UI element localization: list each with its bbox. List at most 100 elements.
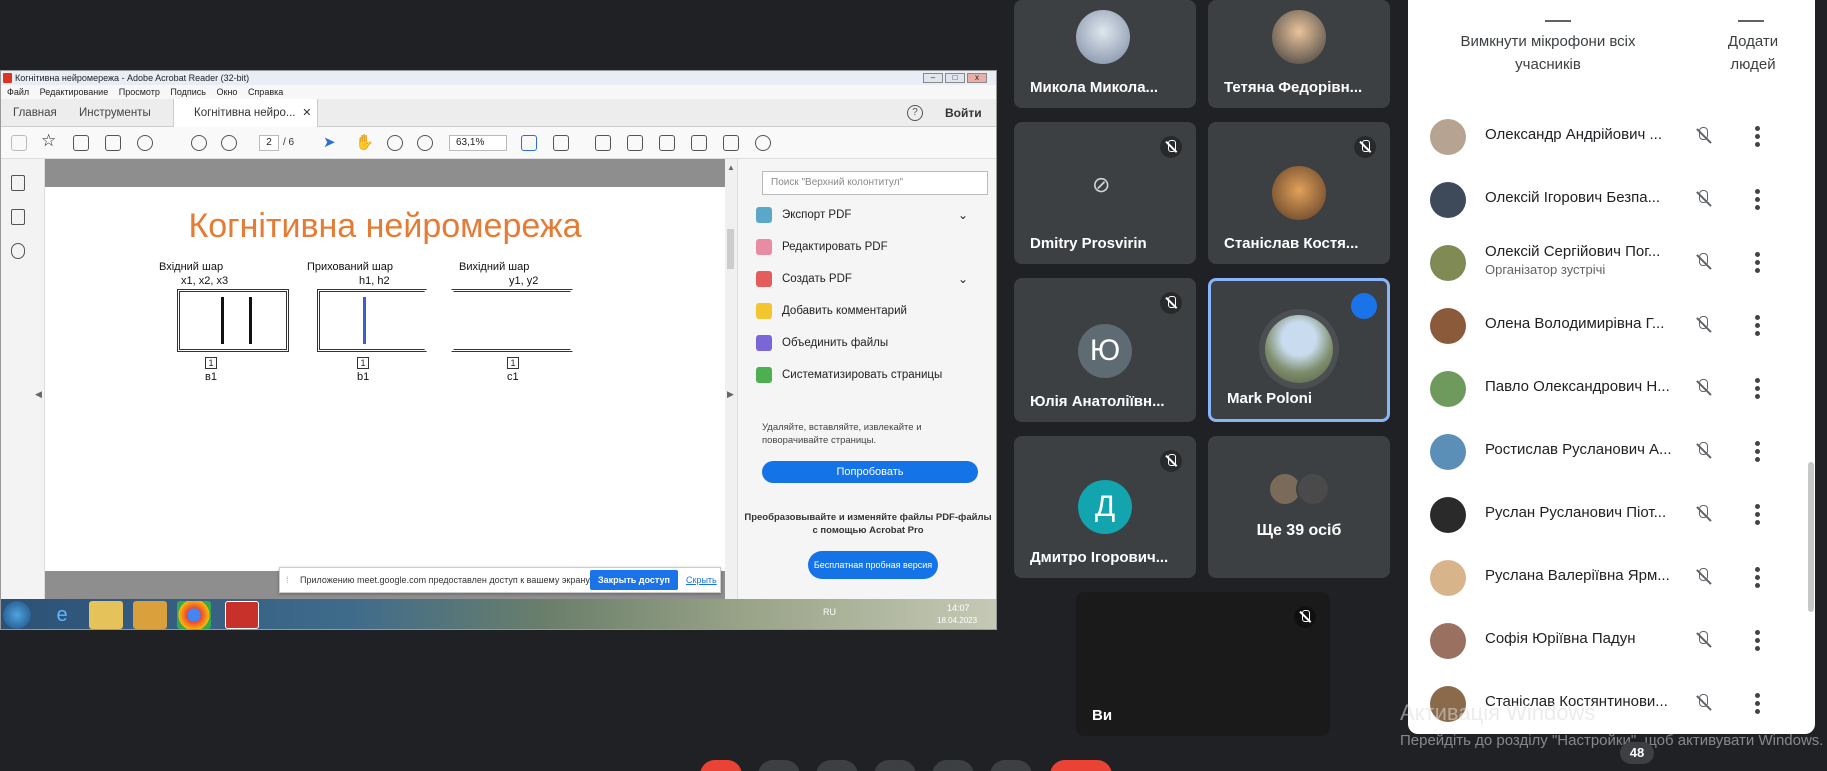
mute-all-button[interactable]: Вимкнути мікрофони всіх учасників: [1448, 30, 1648, 76]
more-options-icon[interactable]: [1755, 126, 1761, 148]
page-fit-icon[interactable]: [521, 135, 537, 151]
control-button[interactable]: [990, 760, 1032, 771]
document-scrollbar[interactable]: ▲ ▶: [725, 159, 737, 599]
list-item[interactable]: Руслан Русланович Піот...: [1408, 482, 1815, 544]
menu-sign[interactable]: Подпись: [170, 87, 206, 97]
star-icon[interactable]: ☆: [41, 132, 57, 149]
comment-icon[interactable]: [595, 135, 611, 151]
close-tab-icon[interactable]: ✕: [302, 99, 311, 127]
participant-tile[interactable]: Микола Микола...: [1014, 0, 1196, 108]
more-options-icon[interactable]: [1755, 252, 1761, 274]
tools-search-input[interactable]: Поиск "Верхний колонтитул": [762, 171, 988, 195]
add-people-button[interactable]: Додати людей: [1708, 30, 1798, 76]
print-icon[interactable]: [73, 135, 89, 151]
mic-off-icon[interactable]: [1693, 630, 1713, 650]
mic-off-icon[interactable]: [1693, 567, 1713, 587]
save-icon[interactable]: [11, 135, 27, 151]
more-options-icon[interactable]: [1755, 378, 1761, 400]
mic-off-icon[interactable]: [1693, 441, 1713, 461]
list-item[interactable]: Олена Володимирівна Г...: [1408, 293, 1815, 355]
mic-off-icon[interactable]: [1693, 252, 1713, 272]
zoom-select[interactable]: 63,1%: [449, 135, 507, 151]
participant-tile[interactable]: ⊘ Dmitry Prosvirin: [1014, 122, 1196, 264]
zoom-in-icon[interactable]: [417, 135, 433, 151]
mic-off-icon[interactable]: [1693, 504, 1713, 524]
next-page-icon[interactable]: [221, 135, 237, 151]
select-cursor-icon[interactable]: ➤: [323, 135, 339, 151]
list-item[interactable]: Руслана Валеріївна Ярм...: [1408, 545, 1815, 607]
control-button[interactable]: [700, 760, 742, 771]
mic-off-icon[interactable]: [1693, 126, 1713, 146]
login-button[interactable]: Войти: [945, 99, 982, 127]
tool-edit-pdf[interactable]: Редактировать PDF: [756, 233, 978, 261]
hide-link[interactable]: Скрыть: [686, 568, 717, 592]
help-icon[interactable]: ?: [907, 105, 923, 121]
tool-organize-pages[interactable]: Систематизировать страницы: [756, 361, 978, 389]
tab-home[interactable]: Главная: [13, 99, 57, 127]
sign-icon[interactable]: [659, 135, 675, 151]
participant-tile[interactable]: Тетяна Федорівн...: [1208, 0, 1390, 108]
expand-right-icon[interactable]: ▶: [727, 389, 734, 400]
highlight-icon[interactable]: [627, 135, 643, 151]
participant-tile-speaking[interactable]: Mark Poloni: [1208, 278, 1390, 422]
mail-icon[interactable]: [105, 135, 121, 151]
list-item[interactable]: Софія Юріївна Падун: [1408, 608, 1815, 670]
free-trial-button[interactable]: Бесплатная пробная версия: [808, 551, 938, 579]
tool-combine-files[interactable]: Объединить файлы: [756, 329, 978, 357]
participant-tile[interactable]: Д Дмитро Ігорович...: [1014, 436, 1196, 578]
delete-icon[interactable]: [723, 135, 739, 151]
collapse-left-icon[interactable]: ◀: [35, 389, 42, 400]
control-button[interactable]: [874, 760, 916, 771]
tab-document[interactable]: Когнітивна нейро... ✕: [173, 99, 319, 127]
mic-off-icon[interactable]: [1693, 315, 1713, 335]
list-item[interactable]: Олексій Сергійович Пог... Організатор зу…: [1408, 230, 1815, 292]
menu-window[interactable]: Окно: [217, 87, 238, 97]
more-options-icon[interactable]: [1755, 630, 1761, 652]
more-options-icon[interactable]: [1755, 567, 1761, 589]
self-view-tile[interactable]: Ви: [1076, 592, 1330, 736]
menu-help[interactable]: Справка: [248, 87, 283, 97]
rotate-icon[interactable]: [755, 135, 771, 151]
hand-tool-icon[interactable]: ✋: [355, 135, 374, 151]
control-button[interactable]: [932, 760, 974, 771]
close-window-button[interactable]: x: [967, 73, 987, 83]
media-player-icon[interactable]: [133, 601, 167, 629]
language-indicator[interactable]: RU: [823, 607, 836, 617]
tool-create-pdf[interactable]: Создать PDF ⌄: [756, 265, 978, 293]
page-number-input[interactable]: 2: [259, 135, 279, 151]
panel-scrollbar[interactable]: [1808, 462, 1814, 612]
fill-sign-icon[interactable]: [691, 135, 707, 151]
tool-add-comment[interactable]: Добавить комментарий: [756, 297, 978, 325]
tab-tools[interactable]: Инструменты: [79, 99, 151, 127]
explorer-icon[interactable]: [89, 601, 123, 629]
scroll-mode-icon[interactable]: [553, 135, 569, 151]
participant-tile[interactable]: Ю Юлія Анатоліївн...: [1014, 278, 1196, 422]
pages-icon[interactable]: [11, 175, 25, 191]
acrobat-taskbar-icon[interactable]: [225, 601, 259, 629]
try-button[interactable]: Попробовать: [762, 461, 978, 483]
minimize-button[interactable]: –: [923, 73, 943, 83]
leave-call-button[interactable]: [1050, 760, 1112, 771]
bookmark-icon[interactable]: [11, 209, 25, 225]
list-item[interactable]: Павло Олександрович Н...: [1408, 356, 1815, 418]
start-button[interactable]: [3, 601, 31, 629]
menu-file[interactable]: Файл: [7, 87, 29, 97]
control-button[interactable]: [816, 760, 858, 771]
zoom-out-icon[interactable]: [387, 135, 403, 151]
tool-export-pdf[interactable]: Экспорт PDF ⌄: [756, 201, 978, 229]
list-item[interactable]: Олександр Андрійович ...: [1408, 104, 1815, 166]
more-options-icon[interactable]: [1755, 189, 1761, 211]
ie-icon[interactable]: e: [45, 601, 79, 629]
drag-handle-icon[interactable]: ⁞: [286, 568, 289, 592]
mic-off-icon[interactable]: [1693, 189, 1713, 209]
list-item[interactable]: Ростислав Русланович А...: [1408, 419, 1815, 481]
control-button[interactable]: [758, 760, 800, 771]
mic-off-icon[interactable]: [1693, 693, 1713, 713]
more-options-icon[interactable]: [1755, 315, 1761, 337]
participant-tile[interactable]: Станіслав Костя...: [1208, 122, 1390, 264]
more-options-icon[interactable]: [1755, 504, 1761, 526]
prev-page-icon[interactable]: [191, 135, 207, 151]
scroll-thumb[interactable]: [727, 229, 734, 269]
search-icon[interactable]: [137, 135, 153, 151]
menu-view[interactable]: Просмотр: [119, 87, 160, 97]
